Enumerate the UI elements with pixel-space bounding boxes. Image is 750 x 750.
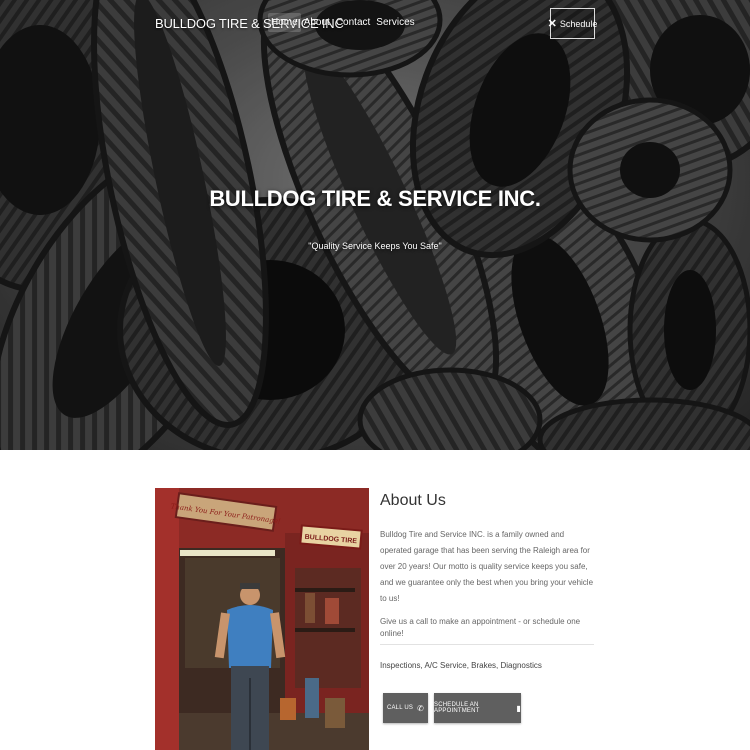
nav-link-home[interactable]: Home	[268, 13, 301, 32]
phone-icon: ✆	[417, 703, 425, 713]
hero-banner	[0, 0, 750, 450]
about-paragraph: Bulldog Tire and Service INC. is a famil…	[380, 530, 594, 603]
garage-photo: Thank You For Your Patronage! BULLDOG TI…	[155, 488, 369, 750]
divider	[380, 644, 594, 645]
call-us-button[interactable]: CALL US ✆	[383, 693, 428, 723]
nav-link-about[interactable]: About	[301, 13, 333, 32]
nav-link-contact[interactable]: Contact	[333, 13, 373, 32]
main-nav: Home About Contact Services	[268, 13, 418, 32]
hero-tagline: "Quality Service Keeps You Safe"	[308, 241, 442, 251]
wrench-icon: ✕	[547, 18, 557, 30]
mobile-icon: ▮	[516, 703, 521, 713]
services-list: Inspections, A/C Service, Brakes, Diagno…	[380, 661, 542, 670]
hero-title: BULLDOG TIRE & SERVICE INC.	[209, 186, 541, 211]
call-us-label: CALL US	[386, 705, 414, 711]
schedule-appointment-button[interactable]: SCHEDULE AN APPOINTMENT ▮	[434, 693, 521, 723]
about-heading: About Us	[380, 492, 446, 509]
schedule-button[interactable]: ✕ Schedule	[547, 8, 598, 39]
nav-link-services[interactable]: Services	[373, 13, 417, 32]
hero-overlay	[0, 0, 750, 450]
about-call-to-action: Give us a call to make an appointment - …	[380, 617, 581, 638]
schedule-appointment-label: SCHEDULE AN APPOINTMENT	[434, 702, 480, 714]
schedule-label: Schedule	[559, 18, 598, 29]
